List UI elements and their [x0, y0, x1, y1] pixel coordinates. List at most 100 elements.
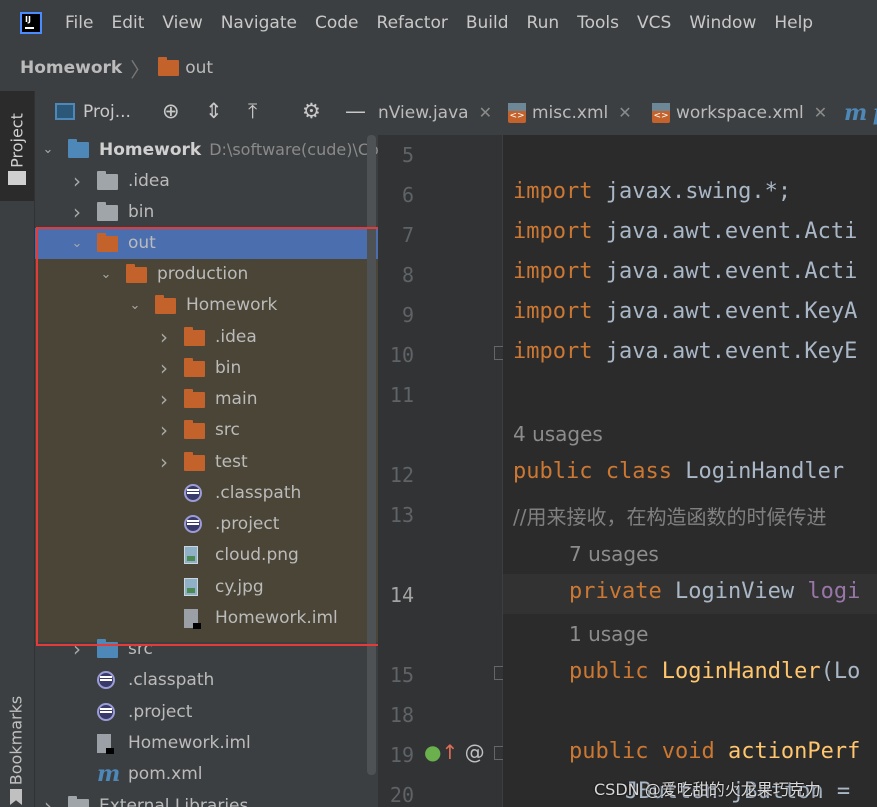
usages-hint[interactable]: 7 usages — [569, 542, 659, 566]
line-number: 10 — [389, 343, 414, 367]
usages-hint[interactable]: 1 usage — [569, 622, 648, 646]
editor-tab-bar: nView.java ✕ <> misc.xml ✕ <> workspace.xml ✕… — [378, 91, 877, 135]
tree-item[interactable]: .classpath — [35, 665, 378, 696]
chevron-right-icon[interactable]: › — [41, 791, 55, 807]
code-line-15: public LoginHandler(Lo — [569, 659, 860, 684]
tab-label: nView.java — [378, 103, 469, 123]
project-panel-header: Proj... ⊕ ⇕ ⤒ ⚙ — — [35, 91, 378, 135]
line-number: 5 — [401, 143, 414, 167]
menu-build[interactable]: Build — [466, 13, 509, 33]
bookmarks-tool-button[interactable]: Bookmarks — [7, 686, 26, 796]
menu-edit[interactable]: Edit — [111, 13, 144, 33]
line-number: 9 — [401, 303, 414, 327]
chevron-right-icon[interactable]: › — [70, 166, 84, 197]
folder-icon — [97, 171, 118, 190]
tree-item[interactable]: › bin — [35, 197, 378, 228]
chevron-right-icon[interactable]: › — [70, 197, 84, 228]
tree-item[interactable]: .project — [35, 697, 378, 728]
minimize-icon[interactable]: — — [345, 99, 366, 123]
tree-item-label: bin — [128, 202, 155, 222]
watermark: CSDN @爱吃甜的火龙果巧克力 — [594, 780, 821, 799]
keyword: public class — [513, 459, 672, 484]
tree-item[interactable]: Homework.iml — [35, 728, 378, 759]
project-view-selector[interactable]: Proj... — [83, 102, 131, 122]
maven-icon: m — [97, 761, 121, 787]
keyword: public void — [569, 739, 715, 764]
code-line-12: public class LoginHandler — [513, 459, 844, 484]
tree-item-label-group: Homework D:\software(cude)\Co — [99, 134, 378, 166]
tree-item-label: .project — [128, 702, 193, 722]
tab-label: p — [873, 100, 877, 126]
tree-item[interactable]: ⌄ Homework D:\software(cude)\Co — [35, 134, 378, 165]
line-number: 19 — [389, 743, 414, 767]
tree-item[interactable]: › .idea — [35, 166, 378, 197]
field-name: logi — [807, 579, 861, 604]
line-number: 11 — [389, 383, 414, 407]
breadcrumb-project[interactable]: Homework — [20, 58, 122, 78]
overrides-arrow-icon[interactable]: ↑ — [441, 740, 458, 764]
tab-misc-xml[interactable]: <> misc.xml ✕ — [508, 91, 632, 135]
line-number-current: 14 — [389, 583, 414, 607]
menu-code[interactable]: Code — [315, 13, 359, 33]
tab-pom-xml[interactable]: m p — [844, 91, 877, 135]
editor-gutter[interactable]: 5 6 7 8 9 10 11 12 13 14 15 18 19 20 — [378, 135, 508, 807]
line-number: 15 — [389, 663, 414, 687]
eclipse-file-icon — [97, 671, 115, 689]
annotation-box — [36, 227, 430, 646]
close-icon[interactable]: ✕ — [814, 103, 827, 122]
menu-help[interactable]: Help — [774, 13, 813, 33]
code-line-8: import java.awt.event.Acti — [513, 259, 857, 284]
line-number: 6 — [401, 183, 414, 207]
line-number: 7 — [401, 223, 414, 247]
tab-loginview-java[interactable]: nView.java ✕ — [378, 91, 492, 135]
gutter-markers[interactable]: ●↑ @ — [424, 740, 485, 764]
chevron-down-icon[interactable]: ⌄ — [41, 134, 55, 165]
target-icon[interactable]: ⊕ — [162, 99, 180, 123]
menu-file[interactable]: File — [65, 13, 93, 33]
iml-file-icon — [97, 734, 114, 754]
line-number: 12 — [389, 463, 414, 487]
menu-tools[interactable]: Tools — [577, 13, 619, 33]
menu-window[interactable]: Window — [689, 13, 756, 33]
xml-file-icon: <> — [652, 103, 670, 123]
code-text: java.awt.event.Acti — [592, 259, 858, 284]
tree-item-label: External Libraries — [99, 796, 249, 807]
folder-icon — [158, 57, 180, 76]
breadcrumb-current[interactable]: out — [185, 58, 213, 78]
line-number: 20 — [389, 783, 414, 807]
keyword: import — [513, 259, 593, 284]
folder-icon — [97, 202, 118, 221]
menu-run[interactable]: Run — [527, 13, 560, 33]
code-text: java.awt.event.Acti — [592, 219, 858, 244]
tree-item[interactable]: m pom.xml — [35, 759, 378, 790]
keyword: import — [513, 299, 593, 324]
collapse-all-icon[interactable]: ⤒ — [248, 99, 257, 124]
tool-window-stripe: Project Bookmarks — [0, 91, 35, 807]
project-tool-button[interactable]: Project — [0, 91, 34, 201]
implements-icon[interactable]: ● — [424, 740, 441, 764]
folder-icon — [8, 171, 26, 185]
usages-hint[interactable]: 4 usages — [513, 422, 603, 446]
tree-item[interactable]: › External Libraries — [35, 791, 378, 807]
class-name: LoginHandler — [671, 459, 845, 484]
module-path: D:\software(cude)\Co — [209, 140, 378, 159]
menu-view[interactable]: View — [162, 13, 202, 33]
code-editor[interactable]: import javax.swing.*; import java.awt.ev… — [503, 135, 877, 807]
menu-refactor[interactable]: Refactor — [377, 13, 448, 33]
tree-item-label: .idea — [128, 171, 170, 191]
tree-item-label: Homework — [99, 140, 202, 160]
keyword: import — [513, 179, 593, 204]
tab-workspace-xml[interactable]: <> workspace.xml ✕ — [652, 91, 827, 135]
gear-icon[interactable]: ⚙ — [302, 99, 321, 123]
module-folder-icon — [68, 139, 89, 158]
close-icon[interactable]: ✕ — [618, 103, 631, 122]
menu-navigate[interactable]: Navigate — [221, 13, 297, 33]
tab-label: misc.xml — [532, 103, 609, 123]
menu-vcs[interactable]: VCS — [637, 13, 671, 33]
tree-item-label: Homework.iml — [128, 733, 251, 753]
expand-all-icon[interactable]: ⇕ — [205, 99, 223, 123]
keyword: private — [569, 579, 662, 604]
code-text: java.awt.event.KeyA — [592, 299, 858, 324]
annotation-at-icon[interactable]: @ — [465, 740, 485, 764]
close-icon[interactable]: ✕ — [479, 103, 492, 122]
